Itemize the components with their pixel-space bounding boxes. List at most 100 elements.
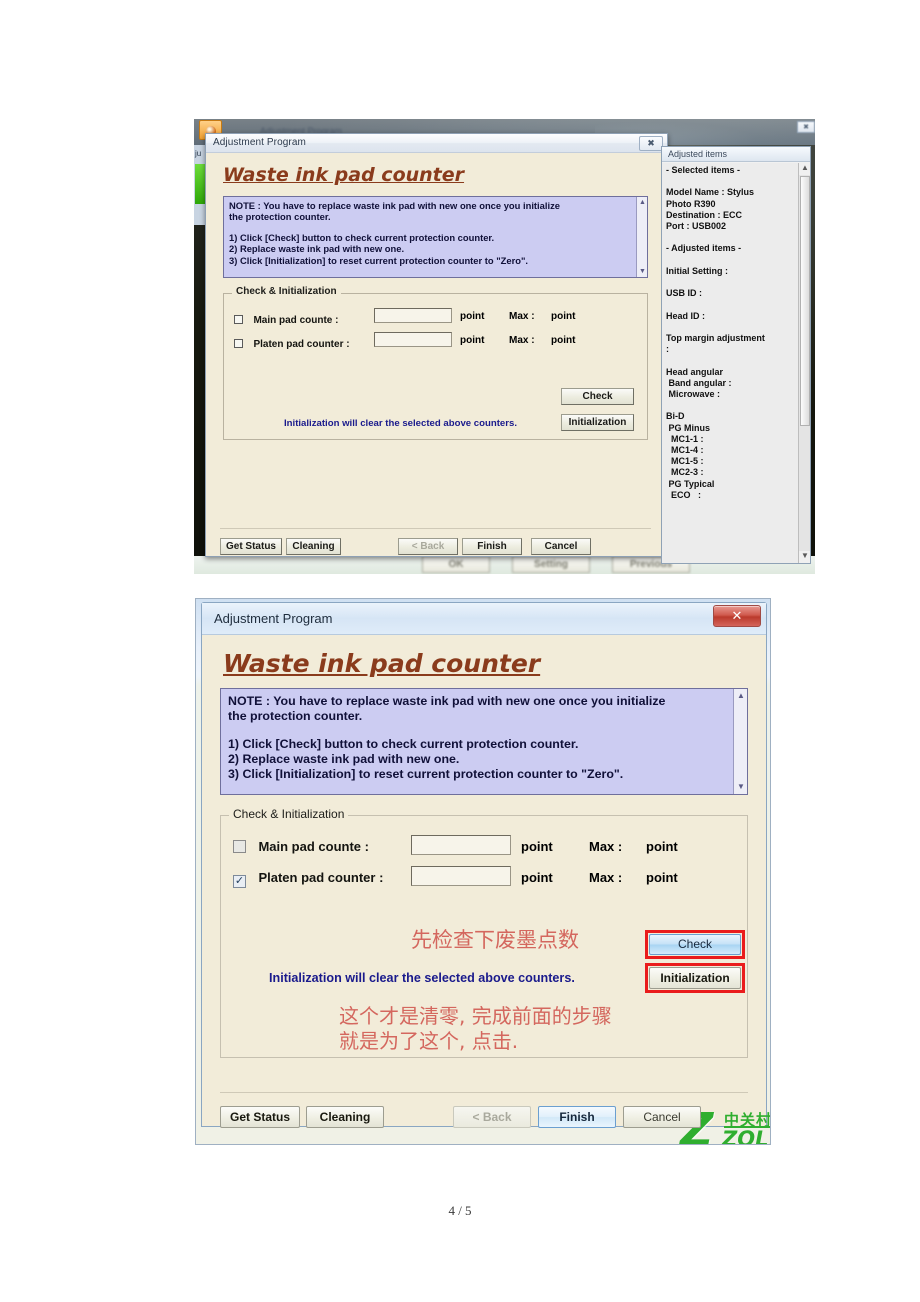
platen-pad-row: ✓ Platen pad counter : xyxy=(233,869,383,888)
note-line-5: 2) Replace waste ink pad with new one. xyxy=(229,243,405,255)
note-spacer xyxy=(228,725,731,737)
platen-pad-max-label: Max : xyxy=(509,335,535,346)
main-pad-input[interactable] xyxy=(411,835,511,855)
dialog-titlebar[interactable]: Adjustment Program ✖ xyxy=(206,134,667,153)
adjustment-program-dialog-bottom: Adjustment Program ✕ Waste ink pad count… xyxy=(201,602,770,1144)
platen-pad-row: Platen pad counter : xyxy=(234,334,350,352)
check-and-initialization-group: Check & Initialization Main pad counte :… xyxy=(220,807,748,1058)
footer-divider xyxy=(220,1092,748,1093)
get-status-button[interactable]: Get Status xyxy=(220,1106,300,1128)
finish-button[interactable]: Finish xyxy=(538,1106,616,1128)
platen-pad-checkbox[interactable] xyxy=(234,339,243,348)
scroll-up-icon[interactable]: ▲ xyxy=(799,163,810,175)
get-status-button[interactable]: Get Status xyxy=(220,538,282,555)
group-legend: Check & Initialization xyxy=(232,286,341,297)
cancel-button[interactable]: Cancel xyxy=(623,1106,701,1128)
main-pad-row: Main pad counte : xyxy=(233,838,369,856)
cancel-button[interactable]: Cancel xyxy=(531,538,591,555)
platen-pad-unit: point xyxy=(460,335,485,346)
platen-pad-max-label: Max : xyxy=(589,870,623,885)
initialization-button[interactable]: Initialization xyxy=(649,967,741,989)
background-window-close-icon[interactable]: ✖ xyxy=(797,121,815,133)
dialog-body: Waste ink pad counter NOTE : You have to… xyxy=(206,153,667,556)
initialization-button[interactable]: Initialization xyxy=(561,414,634,431)
back-button: < Back xyxy=(453,1106,531,1128)
checkmark-icon: ✓ xyxy=(234,875,245,887)
note-line-2: the protection counter. xyxy=(229,211,331,223)
scroll-up-icon[interactable]: ▲ xyxy=(637,197,648,208)
adjusted-items-scrollbar[interactable]: ▲ ▼ xyxy=(798,163,810,563)
platen-pad-checkbox[interactable]: ✓ xyxy=(233,875,246,888)
scroll-down-icon[interactable]: ▼ xyxy=(799,551,810,563)
note-line-1: NOTE : You have to replace waste ink pad… xyxy=(229,200,560,211)
cleaning-button[interactable]: Cleaning xyxy=(306,1106,384,1128)
main-pad-unit: point xyxy=(521,839,553,854)
adjusted-items-content: - Selected items - Model Name : Stylus P… xyxy=(666,165,765,500)
annotation-initialization-line2: 就是为了这个, 点击. xyxy=(339,1029,519,1053)
annotation-initialization-line1: 这个才是清零, 完成前面的步骤 xyxy=(339,1004,612,1028)
note-line-5: 2) Replace waste ink pad with new one. xyxy=(228,751,460,766)
note-scrollbar[interactable]: ▲ ▼ xyxy=(636,197,647,277)
scroll-down-icon[interactable]: ▼ xyxy=(637,266,648,277)
adjustment-program-dialog-top: Adjustment Program ✖ Waste ink pad count… xyxy=(205,133,668,557)
initialization-warning: Initialization will clear the selected a… xyxy=(284,418,517,429)
initialization-warning: Initialization will clear the selected a… xyxy=(269,971,575,985)
platen-pad-max-unit: point xyxy=(646,870,678,885)
check-button[interactable]: Check xyxy=(561,388,634,405)
platen-pad-label: Platen pad counter : xyxy=(258,870,384,885)
ghost-setting-button[interactable]: Setting xyxy=(512,556,590,573)
platen-pad-input[interactable] xyxy=(411,866,511,886)
scrollbar-thumb[interactable] xyxy=(800,176,810,426)
dialog-titlebar[interactable]: Adjustment Program ✕ xyxy=(202,603,766,635)
note-line-6: 3) Click [Initialization] to reset curre… xyxy=(228,767,624,782)
adjusted-items-body: - Selected items - Model Name : Stylus P… xyxy=(662,163,810,563)
main-pad-checkbox[interactable] xyxy=(234,315,243,324)
note-box: NOTE : You have to replace waste ink pad… xyxy=(223,196,648,278)
finish-button[interactable]: Finish xyxy=(462,538,522,555)
back-button: < Back xyxy=(398,538,458,555)
main-pad-max-label: Max : xyxy=(509,311,535,322)
ghost-ok-button[interactable]: OK xyxy=(422,556,490,573)
scroll-down-icon[interactable]: ▼ xyxy=(734,780,748,794)
close-icon[interactable]: ✕ xyxy=(713,605,761,627)
note-line-1: NOTE : You have to replace waste ink pad… xyxy=(228,694,666,708)
bottom-screenshot: Adjustment Program ✕ Waste ink pad count… xyxy=(196,599,770,1144)
main-pad-max-unit: point xyxy=(646,839,678,854)
main-pad-label: Main pad counte : xyxy=(253,315,339,326)
dialog-title: Adjustment Program xyxy=(214,611,333,626)
document-page: Adjustment Program ✖ ju OK Setting Previ… xyxy=(0,0,920,1302)
annotation-check-first: 先检查下废墨点数 xyxy=(411,928,579,952)
adjusted-items-title: Adjusted items xyxy=(662,147,810,162)
cleaning-button[interactable]: Cleaning xyxy=(286,538,341,555)
main-pad-checkbox[interactable] xyxy=(233,840,246,853)
note-spacer xyxy=(229,223,633,232)
main-pad-max-unit: point xyxy=(551,311,576,322)
group-legend: Check & Initialization xyxy=(229,807,349,821)
dialog-body: Waste ink pad counter NOTE : You have to… xyxy=(202,635,770,1144)
main-pad-max-label: Max : xyxy=(589,839,623,854)
close-icon[interactable]: ✖ xyxy=(639,136,663,151)
note-scrollbar[interactable]: ▲ ▼ xyxy=(733,689,747,794)
main-pad-input[interactable] xyxy=(374,308,452,323)
platen-pad-max-unit: point xyxy=(551,335,576,346)
note-box: NOTE : You have to replace waste ink pad… xyxy=(220,688,748,795)
check-and-initialization-group: Check & Initialization Main pad counte :… xyxy=(223,286,648,440)
note-line-2: the protection counter. xyxy=(228,709,363,724)
page-title: Waste ink pad counter xyxy=(223,649,541,678)
main-pad-label: Main pad counte : xyxy=(258,839,369,854)
main-pad-unit: point xyxy=(460,311,485,322)
scroll-up-icon[interactable]: ▲ xyxy=(734,689,748,703)
adjusted-items-panel: Adjusted items - Selected items - Model … xyxy=(661,146,811,564)
platen-pad-input[interactable] xyxy=(374,332,452,347)
note-line-4: 1) Click [Check] button to check current… xyxy=(229,231,495,243)
dialog-title: Adjustment Program xyxy=(213,137,306,148)
note-line-6: 3) Click [Initialization] to reset curre… xyxy=(229,254,529,266)
top-screenshot: Adjustment Program ✖ ju OK Setting Previ… xyxy=(194,119,815,574)
page-number: 4 / 5 xyxy=(448,1203,472,1218)
main-pad-row: Main pad counte : xyxy=(234,310,338,328)
note-line-4: 1) Click [Check] button to check current… xyxy=(228,736,579,751)
check-button[interactable]: Check xyxy=(649,934,741,955)
footer-divider xyxy=(220,528,651,529)
platen-pad-label: Platen pad counter : xyxy=(253,339,350,350)
platen-pad-unit: point xyxy=(521,870,553,885)
